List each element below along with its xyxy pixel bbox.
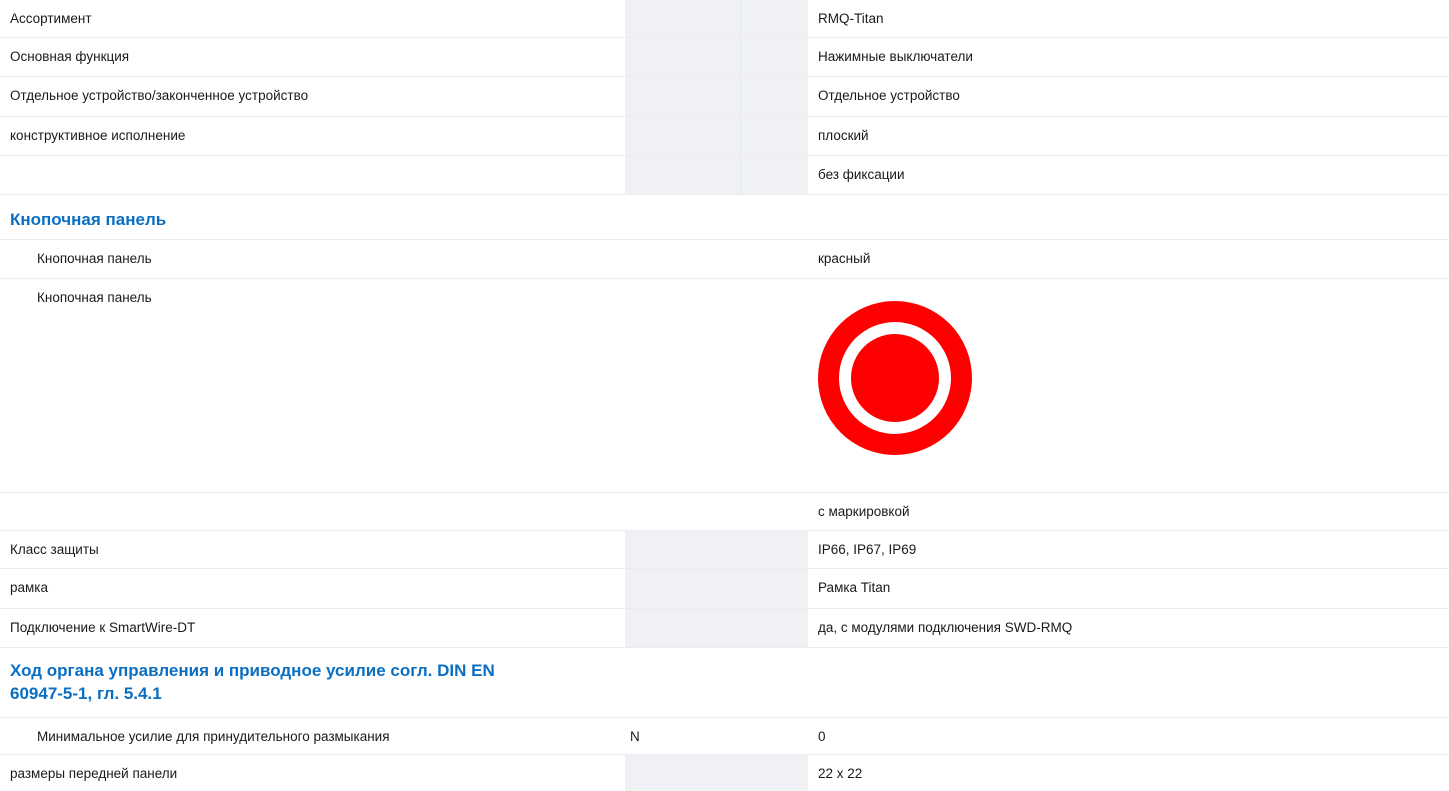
section-heading: Кнопочная панель — [10, 210, 167, 229]
spec-row: с маркировкой — [0, 493, 1449, 531]
spec-label: Минимальное усилие для принудительного р… — [37, 729, 390, 744]
spec-row: Основная функция Нажимные выключатели — [0, 38, 1449, 77]
spec-unit: N — [630, 729, 640, 744]
spec-label: Отдельное устройство/законченное устройс… — [10, 88, 309, 103]
spec-label: конструктивное исполнение — [10, 128, 186, 143]
section-heading: Ход органа управления и приводное усилие… — [10, 648, 610, 717]
spec-value: с маркировкой — [818, 504, 910, 519]
spec-value: IP66, IP67, IP69 — [818, 542, 917, 557]
spec-row: размеры передней панели 22 x 22 — [0, 755, 1449, 791]
spec-label: Кнопочная панель — [37, 290, 152, 305]
spec-row: Класс защиты IP66, IP67, IP69 — [0, 531, 1449, 569]
red-pushbutton-icon — [818, 301, 972, 455]
spec-row: Ассортимент RMQ-Titan — [0, 0, 1449, 38]
spec-row: Кнопочная панель — [0, 279, 1449, 493]
spec-label — [10, 156, 610, 194]
spec-label: рамка — [10, 580, 49, 595]
spec-row: Отдельное устройство/законченное устройс… — [0, 77, 1449, 117]
section-header-row: Ход органа управления и приводное усилие… — [0, 648, 1449, 718]
spec-value: плоский — [818, 128, 869, 143]
spec-row: Кнопочная панель красный — [0, 240, 1449, 279]
spec-value: да, с модулями подключения SWD-RMQ — [818, 620, 1073, 635]
spec-label — [10, 493, 610, 530]
spec-value: 0 — [818, 729, 826, 744]
spec-label: Класс защиты — [10, 542, 99, 557]
section-heading-line: Ход органа управления и приводное усилие… — [10, 661, 495, 680]
spec-label: размеры передней панели — [10, 766, 178, 781]
spec-label: Ассортимент — [10, 11, 92, 26]
spec-value: без фиксации — [818, 167, 905, 182]
spec-sheet: Ассортимент RMQ-Titan Основная функция Н… — [0, 0, 1449, 791]
spec-row: Минимальное усилие для принудительного р… — [0, 718, 1449, 755]
spec-value: Рамка Titan — [818, 580, 891, 595]
spec-value: RMQ-Titan — [818, 11, 884, 26]
spec-label: Основная функция — [10, 49, 130, 64]
spec-value: 22 x 22 — [818, 766, 863, 781]
spec-label: Подключение к SmartWire-DT — [10, 620, 196, 635]
spec-value: Отдельное устройство — [818, 88, 960, 103]
spec-value: Нажимные выключатели — [818, 49, 973, 64]
section-heading-line: 60947-5-1, гл. 5.4.1 — [10, 684, 162, 703]
spec-row: Подключение к SmartWire-DT да, с модулям… — [0, 609, 1449, 648]
spec-value: красный — [818, 251, 871, 266]
section-header-row: Кнопочная панель — [0, 195, 1449, 240]
spec-label: Кнопочная панель — [37, 251, 152, 266]
spec-row: рамка Рамка Titan — [0, 569, 1449, 609]
spec-row: без фиксации — [0, 156, 1449, 195]
spec-row: конструктивное исполнение плоский — [0, 117, 1449, 156]
